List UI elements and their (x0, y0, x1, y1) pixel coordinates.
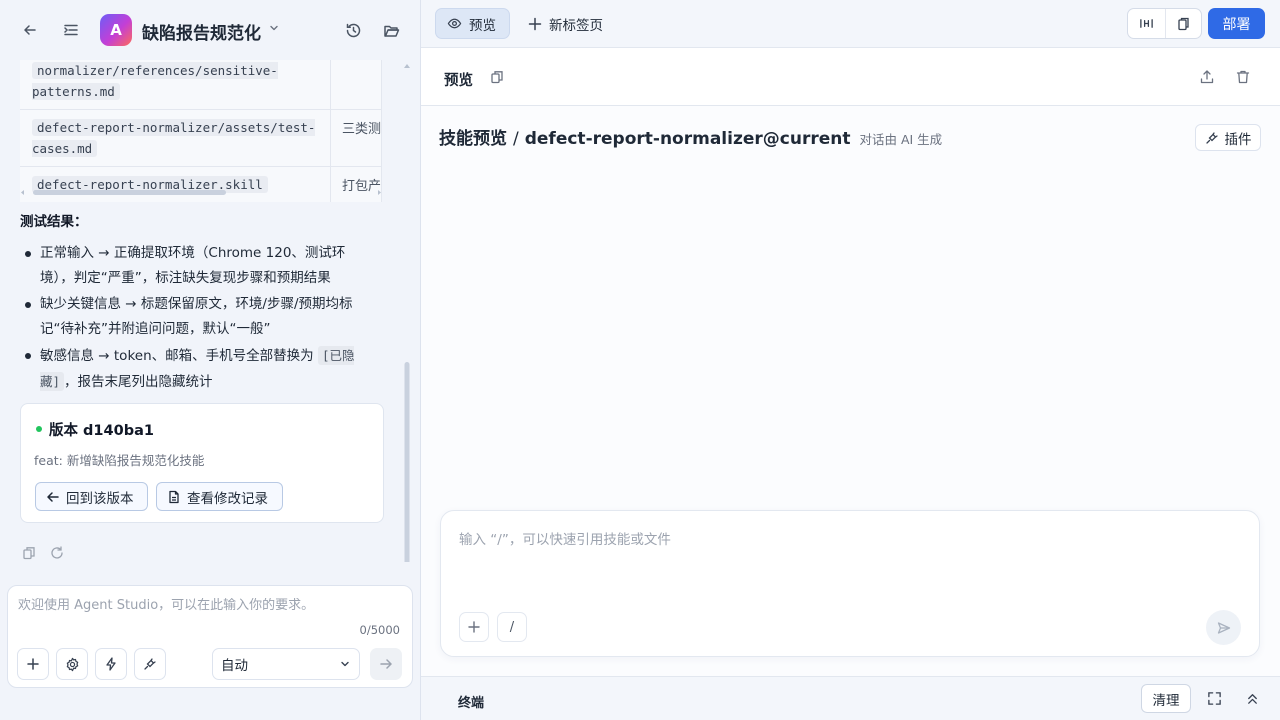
workspace-panel: 预览 新标签页 部署 预览 技能预览 / defect-report-norma… (421, 0, 1280, 720)
preview-composer: / (440, 510, 1260, 657)
deploy-button[interactable]: 部署 (1208, 8, 1265, 39)
preview-toolbar: 预览 (421, 48, 1280, 106)
file-table: normalizer/references/sensitive-patterns… (20, 60, 383, 202)
chevron-double-up-icon[interactable] (1245, 691, 1260, 706)
file-desc: 打包产 (330, 166, 383, 202)
skill-name: defect-report-normalizer@current (524, 129, 851, 149)
view-history-button[interactable]: 查看修改记录 (156, 482, 283, 511)
add-button[interactable] (459, 612, 489, 642)
copy-icon[interactable] (490, 70, 504, 84)
chat-panel: A 缺陷报告规范化 normalizer/references/sensitiv… (0, 0, 421, 720)
tab-label: 预览 (469, 17, 496, 34)
chevron-down-icon (341, 661, 349, 667)
table-row: defect-report-normalizer.skill 打包产 (20, 166, 383, 202)
arrow-right-icon (380, 659, 392, 669)
plug-icon (1205, 131, 1218, 144)
terminal-title[interactable]: 终端 (458, 692, 484, 711)
list-item: 敏感信息 → token、邮箱、手机号全部替换为 [已隐藏] ，报告末尾列出隐藏统… (20, 343, 372, 395)
lightning-icon (106, 657, 116, 671)
send-button[interactable] (1206, 610, 1241, 645)
settings-button[interactable] (56, 648, 88, 680)
skill-subtitle: 对话由 AI 生成 (859, 132, 943, 147)
plug-icon (144, 658, 156, 670)
rollback-version-button[interactable]: 回到该版本 (35, 482, 148, 511)
plugin-button[interactable]: 插件 (1195, 124, 1261, 151)
terminal-bar: 终端 清理 (421, 676, 1280, 720)
arrow-left-icon (47, 491, 59, 502)
preview-title: 预览 (444, 73, 473, 89)
app-logo: A (100, 14, 132, 46)
fullscreen-icon[interactable] (1207, 691, 1222, 706)
results-heading: 测试结果： (20, 214, 88, 230)
table-row: normalizer/references/sensitive-patterns… (20, 60, 383, 110)
app-title[interactable]: 缺陷报告规范化 (142, 19, 261, 44)
chevron-down-icon[interactable] (268, 22, 280, 34)
plugin-label: 插件 (1224, 131, 1252, 148)
copy-icon[interactable] (22, 546, 36, 560)
add-button[interactable] (17, 648, 49, 680)
skill-header: 技能预览 / defect-report-normalizer@current … (439, 124, 942, 149)
refresh-icon[interactable] (50, 546, 64, 560)
plus-icon (528, 17, 542, 30)
table-horizontal-scrollbar[interactable] (20, 188, 382, 196)
trash-icon[interactable] (1235, 69, 1251, 85)
file-desc (330, 60, 383, 110)
eye-icon (447, 18, 462, 29)
folder-open-icon[interactable] (379, 18, 403, 42)
chat-input[interactable] (18, 598, 398, 613)
clear-button[interactable]: 清理 (1141, 684, 1191, 713)
history-icon[interactable] (341, 18, 365, 42)
title-separator: / (513, 129, 519, 149)
back-icon[interactable] (18, 18, 42, 42)
chat-vertical-scrollbar[interactable] (403, 62, 411, 562)
version-card: 版本 d140ba1 feat: 新增缺陷报告规范化技能 回到该版本 查看修改记… (20, 403, 384, 523)
menu-collapse-icon[interactable] (59, 18, 83, 42)
mode-value: 自动 (221, 658, 248, 674)
slash-command-button[interactable]: / (497, 612, 527, 642)
rollback-label: 回到该版本 (66, 490, 134, 507)
send-button[interactable] (370, 648, 402, 680)
document-icon (169, 490, 179, 503)
tab-bar: 预览 新标签页 部署 (421, 0, 1280, 48)
tab-preview[interactable]: 预览 (435, 8, 510, 39)
history-label: 查看修改记录 (187, 490, 268, 507)
chat-message-area[interactable]: normalizer/references/sensitive-patterns… (0, 60, 412, 580)
version-title: 版本 d140ba1 (49, 423, 154, 439)
chat-header: A 缺陷报告规范化 (0, 0, 420, 60)
version-description: feat: 新增缺陷报告规范化技能 (34, 453, 205, 468)
plus-icon (468, 621, 480, 633)
mobile-view-toggle[interactable] (1164, 9, 1202, 38)
split-view-toggle[interactable] (1128, 9, 1165, 38)
plugin-button[interactable] (134, 648, 166, 680)
list-item: 缺少关键信息 → 标题保留原文，环境/步骤/预期均标记“待补充”并附追问问题，默… (20, 292, 372, 342)
results-list: 正常输入 → 正确提取环境（Chrome 120、测试环境），判定“严重”，标注… (20, 241, 372, 396)
file-desc: 三类测 (330, 109, 383, 167)
file-path: defect-report-normalizer/assets/test-cas… (32, 119, 316, 157)
table-row: defect-report-normalizer/assets/test-cas… (20, 109, 383, 167)
gear-icon (66, 657, 78, 671)
export-icon[interactable] (1199, 69, 1215, 85)
file-path: normalizer/references/sensitive-patterns… (32, 62, 278, 100)
scrollbar-thumb[interactable] (33, 190, 226, 195)
result-text: ，报告末尾列出隐藏统计 (64, 374, 213, 390)
chat-composer: 0/5000 自动 (7, 585, 413, 688)
preview-input[interactable] (459, 532, 1239, 548)
list-item: 正常输入 → 正确提取环境（Chrome 120、测试环境），判定“严重”，标注… (20, 241, 372, 291)
columns-icon (1139, 19, 1153, 28)
plus-icon (27, 658, 39, 670)
send-icon (1217, 621, 1230, 634)
result-text: 敏感信息 → token、邮箱、手机号全部替换为 (40, 348, 314, 364)
copy-icon (1178, 17, 1189, 30)
skill-title: 技能预览 (439, 129, 507, 149)
view-toggle-group (1127, 8, 1202, 39)
mode-select[interactable]: 自动 (212, 648, 360, 680)
char-count: 0/5000 (359, 623, 400, 637)
new-tab-label: 新标签页 (549, 17, 603, 34)
status-dot (36, 426, 42, 432)
skills-button[interactable] (95, 648, 127, 680)
new-tab-button[interactable]: 新标签页 (528, 8, 603, 39)
